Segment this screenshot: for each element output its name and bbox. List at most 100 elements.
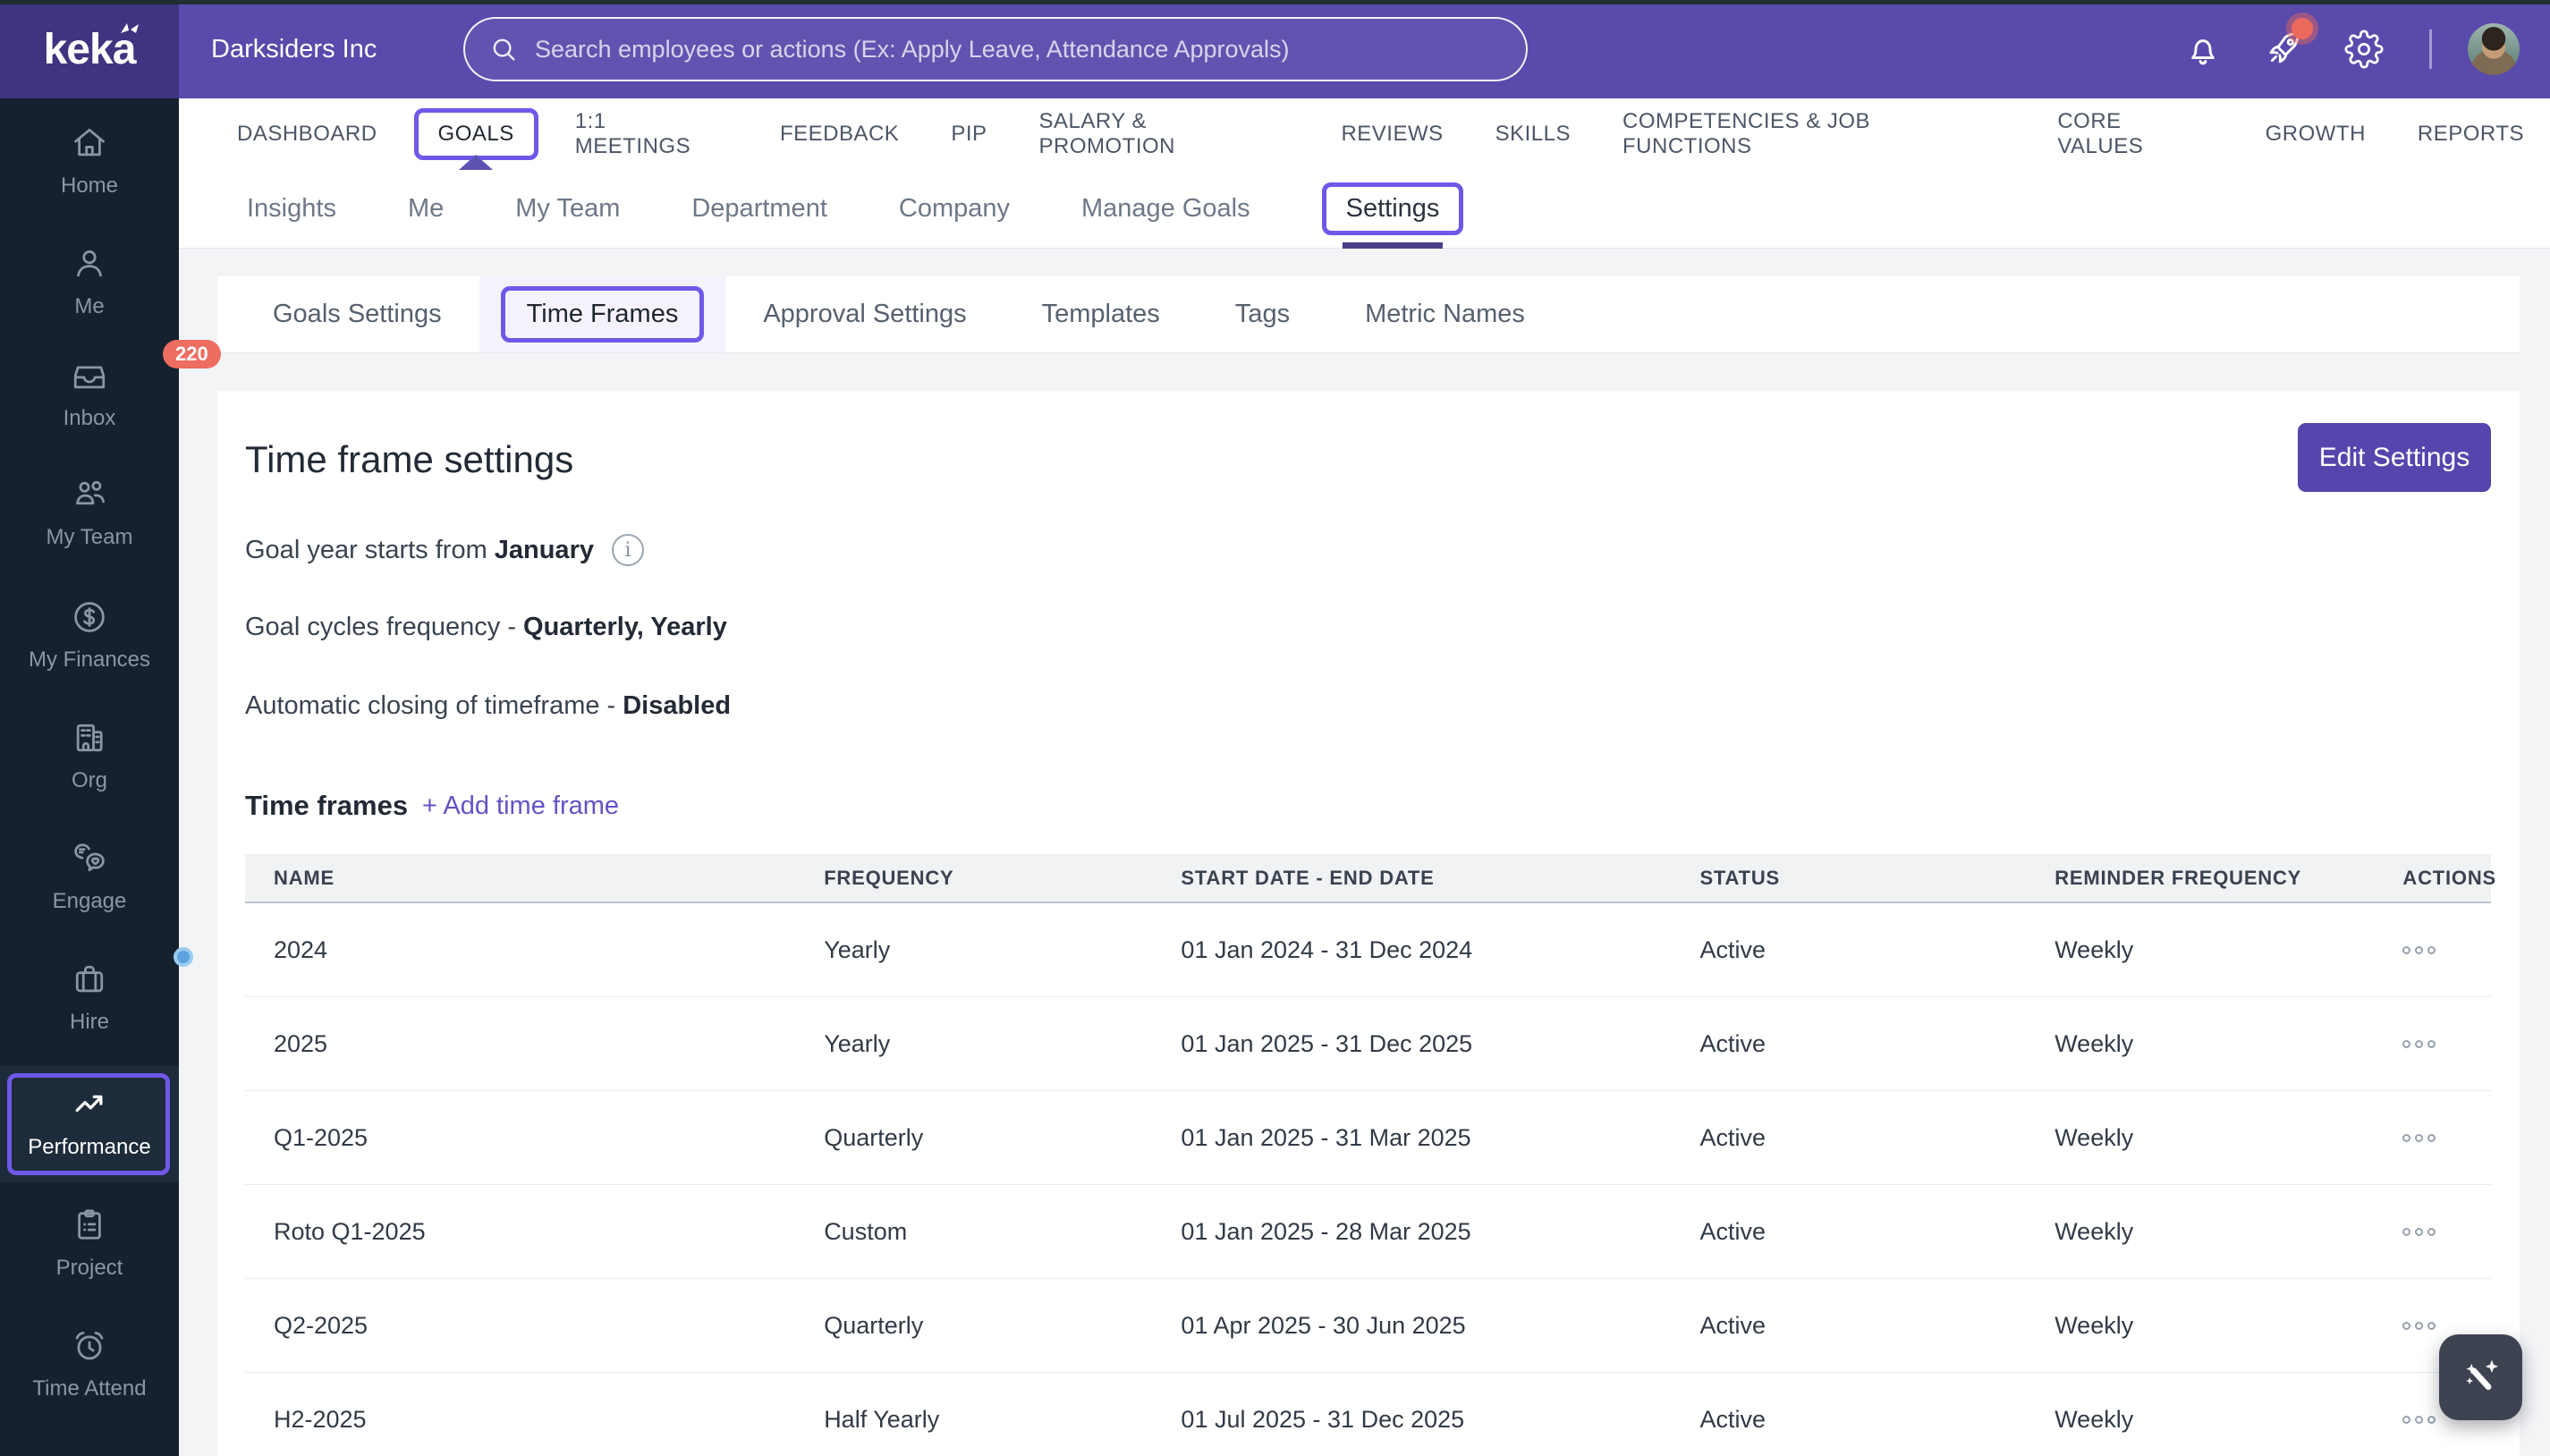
sidebar-item-label: Engage <box>52 889 127 913</box>
nav-tab-reports[interactable]: REPORTS <box>2392 98 2550 170</box>
time-frames-heading: Time frames <box>245 790 409 821</box>
sidebar-item-project[interactable]: Project <box>0 1206 179 1281</box>
nav-tab-label: PIP <box>951 122 987 146</box>
cell-frequency: Half Yearly <box>824 1405 940 1433</box>
cell-dates: 01 Jan 2024 - 31 Dec 2024 <box>1181 935 1473 963</box>
nav-tab-label: SKILLS <box>1495 122 1572 146</box>
sidebar-item-label: My Finances <box>28 648 151 672</box>
info-value: January <box>494 535 594 564</box>
nav-tab-pip[interactable]: PIP <box>925 98 1012 170</box>
search-input[interactable] <box>535 35 1503 63</box>
cell-reminder: Weekly <box>2054 1311 2134 1339</box>
logo-block[interactable]: keka <box>0 0 179 98</box>
sidebar-item-engage[interactable]: Engage <box>0 839 179 914</box>
cell-frequency: Yearly <box>824 1029 891 1057</box>
cell-dates: 01 Apr 2025 - 30 Jun 2025 <box>1181 1311 1466 1339</box>
chat-heart-icon <box>70 839 109 878</box>
active-tab-pointer <box>459 155 494 170</box>
cell-status: Active <box>1699 1217 1766 1245</box>
sidebar-item-hire[interactable]: Hire <box>0 947 193 1035</box>
topbar-divider <box>2429 30 2432 69</box>
sidebar-item-my-team[interactable]: My Team <box>0 475 179 550</box>
sidebar-item-home[interactable]: Home <box>0 123 179 199</box>
sidebar-item-me[interactable]: Me <box>0 244 179 319</box>
subnav-item-manage-goals[interactable]: Manage Goals <box>1046 170 1286 248</box>
col-header-frequency: FREQUENCY <box>824 866 954 889</box>
team-icon <box>70 475 109 514</box>
performance-nav: DASHBOARD GOALS 1:1 MEETINGS FEEDBACK PI… <box>179 98 2550 170</box>
nav-tab-goals[interactable]: GOALS <box>403 98 549 170</box>
tab-metric-names[interactable]: Metric Names <box>1327 276 1563 352</box>
sidebar-item-org[interactable]: Org <box>0 718 179 793</box>
tab-templates[interactable]: Templates <box>1004 276 1198 352</box>
nav-tab-label: FEEDBACK <box>779 122 900 146</box>
user-avatar[interactable] <box>2468 23 2520 75</box>
nav-tab-competencies[interactable]: COMPETENCIES & JOB FUNCTIONS <box>1597 98 2031 170</box>
nav-tab-feedback[interactable]: FEEDBACK <box>754 98 925 170</box>
nav-tab-11-meetings[interactable]: 1:1 MEETINGS <box>549 98 754 170</box>
nav-tab-growth[interactable]: GROWTH <box>2240 98 2392 170</box>
cell-frequency: Custom <box>824 1217 908 1245</box>
tab-label: Tags <box>1234 300 1291 328</box>
tab-label: Templates <box>1041 300 1160 328</box>
settings-tab-bar: Goals Settings Time Frames Approval Sett… <box>217 276 2520 353</box>
nav-tab-reviews[interactable]: REVIEWS <box>1315 98 1469 170</box>
subnav-item-insights[interactable]: Insights <box>211 170 372 248</box>
sidebar-item-time-attend[interactable]: Time Attend <box>0 1326 179 1401</box>
tab-approval-settings[interactable]: Approval Settings <box>725 276 1004 352</box>
nav-tab-dashboard[interactable]: DASHBOARD <box>211 98 403 170</box>
row-actions-menu[interactable] <box>2374 1039 2491 1048</box>
cell-dates: 01 Jul 2025 - 31 Dec 2025 <box>1181 1405 1465 1433</box>
row-actions-menu[interactable] <box>2374 1321 2491 1330</box>
goals-subnav: Insights Me My Team Department Company M… <box>179 170 2550 249</box>
inbox-count-badge: 220 <box>163 340 221 369</box>
annotation-box-settings: Settings <box>1321 182 1464 235</box>
subnav-label: Department <box>691 194 827 223</box>
cell-reminder: Weekly <box>2054 935 2134 963</box>
global-search[interactable] <box>463 17 1528 81</box>
whats-new-button[interactable] <box>2263 18 2313 70</box>
dollar-icon <box>70 597 109 637</box>
tab-label: Approval Settings <box>763 300 967 328</box>
time-frame-settings-panel: Time frame settings Edit Settings Goal y… <box>217 391 2520 1456</box>
sidebar-item-my-finances[interactable]: My Finances <box>0 597 179 673</box>
tab-goals-settings[interactable]: Goals Settings <box>235 276 479 352</box>
notifications-button[interactable] <box>2182 29 2224 70</box>
col-header-actions: ACTIONS <box>2402 866 2496 889</box>
table-row: Q1-2025 Quarterly 01 Jan 2025 - 31 Mar 2… <box>245 1091 2491 1185</box>
subnav-item-my-team[interactable]: My Team <box>479 170 656 248</box>
subnav-item-department[interactable]: Department <box>656 170 863 248</box>
briefcase-icon <box>70 947 193 999</box>
sidebar-item-label: Me <box>74 294 105 318</box>
info-icon[interactable]: i <box>611 534 644 566</box>
subnav-item-me[interactable]: Me <box>372 170 479 248</box>
nav-tab-skills[interactable]: SKILLS <box>1470 98 1597 170</box>
info-text: Goal cycles frequency - <box>245 613 517 641</box>
building-icon <box>70 718 109 758</box>
sidebar-item-inbox[interactable]: 220 Inbox <box>0 340 221 431</box>
sidebar-item-performance[interactable]: Performance <box>0 1085 179 1160</box>
subnav-item-settings[interactable]: Settings <box>1286 170 1500 249</box>
row-actions-menu[interactable] <box>2374 1133 2491 1142</box>
search-icon <box>488 34 519 64</box>
cell-reminder: Weekly <box>2054 1217 2134 1245</box>
clipboard-icon <box>70 1206 109 1245</box>
row-actions-menu[interactable] <box>2374 1227 2491 1236</box>
nav-tab-core-values[interactable]: CORE VALUES <box>2031 98 2239 170</box>
nav-tab-label: SALARY & PROMOTION <box>1038 109 1176 158</box>
gear-icon <box>2344 30 2384 69</box>
nav-tab-label: CORE VALUES <box>2057 109 2144 158</box>
tab-tags[interactable]: Tags <box>1198 276 1327 352</box>
edit-settings-button[interactable]: Edit Settings <box>2298 423 2491 492</box>
subnav-label: Company <box>898 194 1010 223</box>
settings-button[interactable] <box>2343 29 2385 70</box>
row-actions-menu[interactable] <box>2374 945 2491 954</box>
subnav-item-company[interactable]: Company <box>863 170 1046 248</box>
add-time-frame-link[interactable]: + Add time frame <box>422 791 619 821</box>
tab-time-frames[interactable]: Time Frames <box>479 276 726 352</box>
nav-tab-salary-promotion[interactable]: SALARY & PROMOTION <box>1013 98 1316 170</box>
active-subnav-underline <box>1343 242 1444 249</box>
sidebar-item-label: Inbox <box>63 406 116 430</box>
ai-assistant-button[interactable] <box>2439 1334 2522 1420</box>
goal-cycles-line: Goal cycles frequency - Quarterly, Yearl… <box>245 613 727 642</box>
